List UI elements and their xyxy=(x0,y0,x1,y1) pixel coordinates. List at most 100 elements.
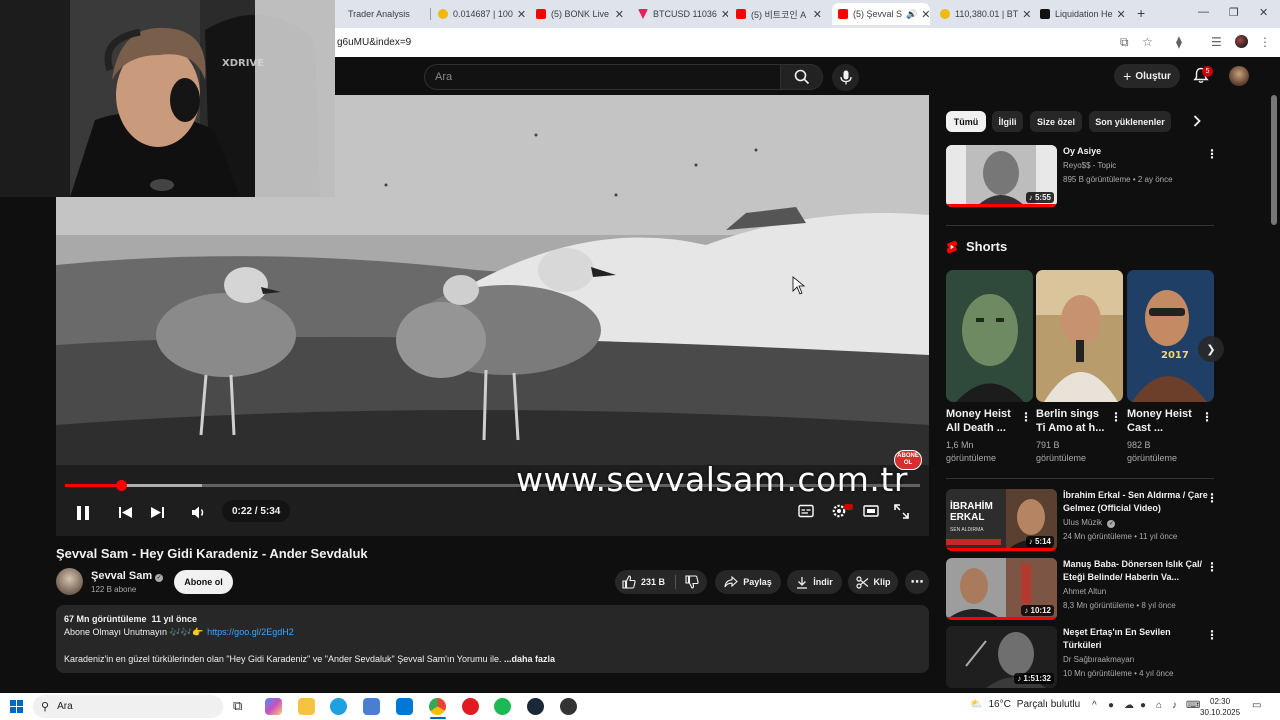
tab-close-icon[interactable]: ✕ xyxy=(917,8,930,21)
recommendation-thumbnail[interactable]: İBRAHİM ERKAL SEN ALDIRMA ♪ 5:14 xyxy=(946,489,1057,551)
network-icon[interactable]: ⌂ xyxy=(1156,700,1162,711)
fullscreen-button[interactable] xyxy=(894,504,909,524)
browser-profile-avatar[interactable] xyxy=(1235,35,1248,48)
recommendation-thumbnail[interactable]: ♪ 1:51:32 xyxy=(946,626,1057,688)
cloud-icon[interactable]: ☁ xyxy=(1124,700,1134,711)
url-field[interactable]: g6uMU&index=9 xyxy=(337,37,411,48)
search-input[interactable]: Ara xyxy=(424,64,781,90)
short-thumbnail[interactable] xyxy=(1036,270,1123,402)
next-button[interactable] xyxy=(150,505,165,525)
previous-button[interactable] xyxy=(118,505,133,525)
channel-name-link[interactable]: Şevval Sam ✓ xyxy=(91,570,164,582)
clip-button[interactable]: Klip xyxy=(848,570,898,594)
tab-close-icon[interactable]: ✕ xyxy=(611,8,624,21)
description-box[interactable]: 67 Mn görüntüleme 11 yıl önce Abone Olma… xyxy=(56,605,929,673)
recommendation-item[interactable]: ♪ 5:55 Oy Asiye Reyo$$ - Topic 895 B gör… xyxy=(946,145,1218,207)
file-explorer-icon[interactable] xyxy=(298,698,315,715)
more-vertical-icon[interactable]: ⋮ xyxy=(1206,147,1218,161)
edge-icon[interactable] xyxy=(330,698,347,715)
description-link[interactable]: https://goo.gl/2EgdH2 xyxy=(207,627,294,638)
show-more-link[interactable]: ...daha fazla xyxy=(504,654,555,664)
more-vertical-icon[interactable]: ⋮ xyxy=(1110,410,1122,424)
copilot-icon[interactable] xyxy=(265,698,282,715)
tray-app-icon[interactable]: ● xyxy=(1108,700,1114,711)
more-actions-button[interactable]: ⋯ xyxy=(905,570,929,594)
chip-recently-uploaded[interactable]: Son yüklenenler xyxy=(1089,111,1171,132)
chip-for-you[interactable]: Size özel xyxy=(1030,111,1082,132)
recommendation-item[interactable]: İBRAHİM ERKAL SEN ALDIRMA ♪ 5:14 İbrahim… xyxy=(946,489,1218,551)
pause-button[interactable] xyxy=(74,504,92,527)
more-vertical-icon[interactable]: ⋮ xyxy=(1020,410,1032,424)
chrome-icon[interactable] xyxy=(429,698,446,715)
short-item[interactable]: 2017 Money Heist Cast ... 982 Bgörüntüle… xyxy=(1127,270,1214,463)
account-avatar[interactable] xyxy=(1229,66,1249,86)
spotify-icon[interactable] xyxy=(494,698,511,715)
cast-icon[interactable]: ⧉ xyxy=(1120,35,1129,50)
minimize-icon[interactable]: — xyxy=(1198,6,1209,18)
new-tab-icon[interactable]: + xyxy=(1137,5,1145,21)
tab-search-icon[interactable]: ☰ xyxy=(1211,35,1222,49)
short-item[interactable]: Berlin sings Ti Amo at h... 791 Bgörüntü… xyxy=(1036,270,1123,463)
channel-avatar[interactable] xyxy=(56,568,83,595)
browser-tab-active[interactable]: (5) Şevval S 🔊 ✕ xyxy=(832,3,930,25)
language-icon[interactable]: ⌨ xyxy=(1186,700,1200,711)
chip-all[interactable]: Tümü xyxy=(946,111,986,132)
subtitles-button[interactable] xyxy=(798,504,814,523)
close-window-icon[interactable]: ✕ xyxy=(1259,6,1268,19)
search-button[interactable] xyxy=(781,64,823,90)
extensions-icon[interactable]: ⧫ xyxy=(1176,35,1182,49)
browser-tab[interactable]: BTCUSD 11036 ✕ xyxy=(632,3,728,25)
recommendation-item[interactable]: ♪ 10:12 Manuş Baba- Dönersen Islık Çal/ … xyxy=(946,558,1218,620)
bookmark-star-icon[interactable]: ☆ xyxy=(1142,35,1153,49)
theater-mode-button[interactable] xyxy=(863,504,879,523)
restore-icon[interactable]: ❐ xyxy=(1229,6,1239,19)
tab-close-icon[interactable]: ✕ xyxy=(1018,8,1031,21)
browser-tab[interactable]: 0.014687 | 100 ✕ xyxy=(432,3,528,25)
recommendation-thumbnail[interactable]: ♪ 5:55 xyxy=(946,145,1057,207)
dislike-button[interactable] xyxy=(677,570,707,594)
like-button[interactable]: 231 B xyxy=(622,575,665,589)
more-vertical-icon[interactable]: ⋮ xyxy=(1206,491,1218,505)
opera-icon[interactable] xyxy=(462,698,479,715)
browser-menu-icon[interactable]: ⋮ xyxy=(1259,35,1271,49)
tray-app-icon[interactable]: ● xyxy=(1140,700,1146,711)
recommendation-item[interactable]: ♪ 1:51:32 Neşet Ertaş'ın En Sevilen Türk… xyxy=(946,626,1218,688)
start-button[interactable] xyxy=(10,700,23,718)
short-thumbnail[interactable] xyxy=(946,270,1033,402)
download-button[interactable]: İndir xyxy=(787,570,842,594)
chevron-up-icon[interactable]: ^ xyxy=(1092,700,1097,711)
tab-close-icon[interactable]: ✕ xyxy=(1113,8,1126,21)
more-vertical-icon[interactable]: ⋮ xyxy=(1206,560,1218,574)
create-button[interactable]: + Oluştur xyxy=(1114,64,1180,88)
page-scrollbar[interactable] xyxy=(1271,95,1277,225)
volume-button[interactable] xyxy=(191,505,207,525)
browser-tab[interactable]: Trader Analysis xyxy=(342,3,430,25)
short-item[interactable]: Money Heist All Death ... 1,6 Mn görüntül… xyxy=(946,270,1033,463)
voice-search-button[interactable] xyxy=(832,64,859,91)
system-clock[interactable]: 02:30 30.10.2025 xyxy=(1200,696,1240,718)
tab-close-icon[interactable]: ✕ xyxy=(513,8,526,21)
tab-close-icon[interactable]: ✕ xyxy=(809,8,822,21)
taskbar-search[interactable]: ⚲ Ara xyxy=(33,695,223,718)
browser-tab[interactable]: Liquidation He ✕ xyxy=(1034,3,1130,25)
store-icon[interactable] xyxy=(363,698,380,715)
mail-icon[interactable] xyxy=(396,698,413,715)
share-button[interactable]: Paylaş xyxy=(715,570,781,594)
more-vertical-icon[interactable]: ⋮ xyxy=(1206,628,1218,642)
weather-widget[interactable]: ⛅ 16°C Parçalı bulutlu xyxy=(970,699,1080,710)
speaker-icon[interactable]: 🔊 xyxy=(906,9,917,20)
browser-tab[interactable]: (5) 비트코인 A ✕ xyxy=(730,3,828,25)
browser-tab[interactable]: (5) BONK Live ✕ xyxy=(530,3,630,25)
recommendation-thumbnail[interactable]: ♪ 10:12 xyxy=(946,558,1057,620)
chips-next-button[interactable] xyxy=(1192,114,1202,133)
browser-tab[interactable]: 110,380.01 | BT ✕ xyxy=(934,3,1032,25)
more-vertical-icon[interactable]: ⋮ xyxy=(1201,410,1213,424)
volume-icon[interactable]: ♪ xyxy=(1172,700,1177,711)
tab-close-icon[interactable]: ✕ xyxy=(717,8,728,21)
shorts-next-button[interactable]: ❯ xyxy=(1198,336,1224,362)
subscribe-button[interactable]: Abone ol xyxy=(174,570,233,594)
obs-icon[interactable] xyxy=(560,698,577,715)
progress-bar[interactable] xyxy=(65,480,920,491)
short-thumbnail[interactable]: 2017 xyxy=(1127,270,1214,402)
chip-related[interactable]: İlgili xyxy=(992,111,1023,132)
